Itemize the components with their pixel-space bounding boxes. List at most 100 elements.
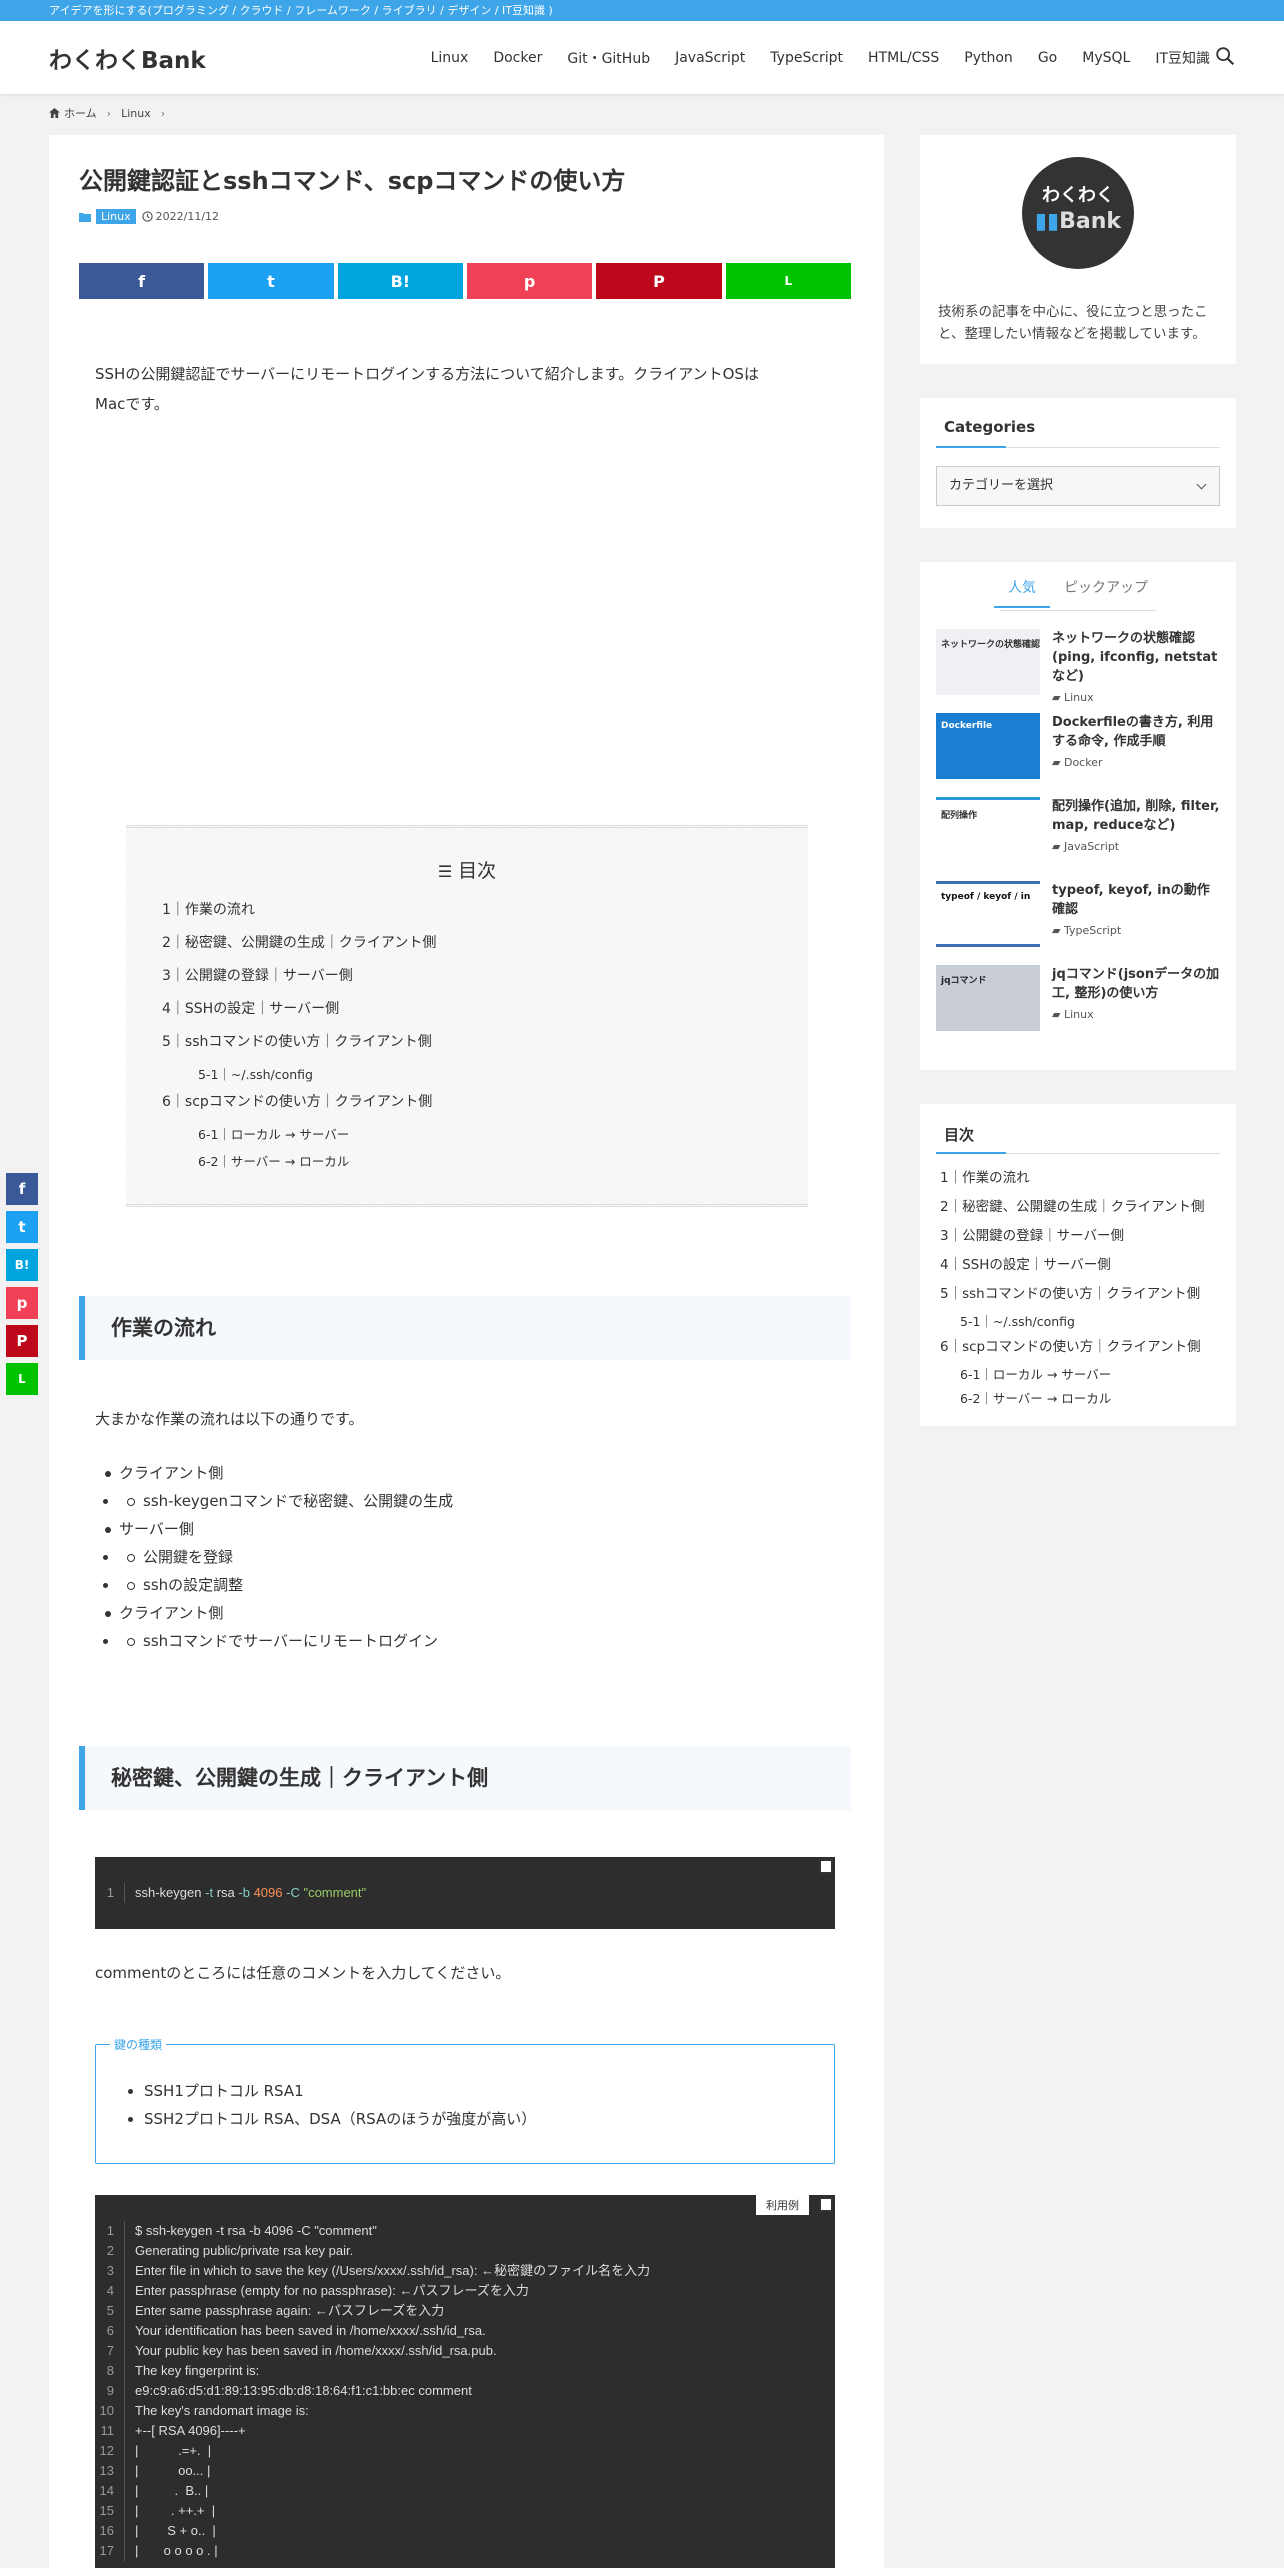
- line-number: 10: [95, 2401, 125, 2421]
- sidebar-toc-item[interactable]: 3｜公開鍵の登録｜サーバー側: [940, 1226, 1216, 1255]
- line-number: 7: [95, 2341, 125, 2361]
- code-text: | o o o o . |: [135, 2543, 218, 2558]
- post-title[interactable]: 配列操作(追加, 削除, filter, map, reduceなど): [1052, 797, 1220, 835]
- post-category-text: JavaScript: [1063, 840, 1120, 853]
- pinterest-share-button[interactable]: P: [596, 263, 722, 299]
- post-category: ▰ TypeScript: [1052, 921, 1220, 940]
- copy-icon[interactable]: [819, 2197, 833, 2212]
- list-item[interactable]: ネットワークの状態確認 ネットワークの状態確認(ping, ifconfig, n…: [936, 629, 1220, 704]
- post-thumbnail[interactable]: 配列操作: [936, 797, 1040, 863]
- nav-item-docker[interactable]: Docker: [493, 50, 542, 66]
- toc-item[interactable]: 1｜作業の流れ: [162, 900, 436, 933]
- line-number: 14: [95, 2481, 125, 2501]
- key-types-box: 鍵の種類 SSH1プロトコル RSA1 SSH2プロトコル RSA、DSA（RS…: [95, 2036, 835, 2164]
- nav-item-typescript[interactable]: TypeScript: [770, 50, 843, 66]
- sidebar-toc-subitem[interactable]: 6-2｜サーバー → ローカル: [940, 1390, 1216, 1414]
- sidebar-toc-item[interactable]: 5｜sshコマンドの使い方｜クライアント側: [940, 1284, 1216, 1313]
- code-text: | . B.. |: [135, 2483, 209, 2498]
- post-category-text: Docker: [1063, 756, 1103, 769]
- code-string: "comment": [303, 1885, 367, 1900]
- code-line: 13 | oo... |: [95, 2461, 835, 2481]
- hatena-share-button[interactable]: B!: [337, 263, 463, 299]
- sidebar-toc-subitem[interactable]: 6-1｜ローカル → サーバー: [940, 1366, 1216, 1390]
- post-category-text: Linux: [1063, 691, 1094, 704]
- sidebar-toc-item[interactable]: 2｜秘密鍵、公開鍵の生成｜クライアント側: [940, 1197, 1216, 1226]
- sidebar-toc-item[interactable]: 1｜作業の流れ: [940, 1168, 1216, 1197]
- line-number: 15: [95, 2501, 125, 2521]
- sidebar-toc-item[interactable]: 4｜SSHの設定｜サーバー側: [940, 1255, 1216, 1284]
- sidebar-toc-item[interactable]: 6｜scpコマンドの使い方｜クライアント側: [940, 1337, 1216, 1366]
- hatena-share-icon[interactable]: B!: [6, 1249, 38, 1281]
- toc-title: ☰ 目次: [126, 856, 808, 883]
- section-heading-flow: 作業の流れ: [79, 1296, 851, 1360]
- post-category: ▰ Linux: [1052, 688, 1220, 707]
- post-thumbnail[interactable]: Dockerfile: [936, 713, 1040, 779]
- toc-item[interactable]: 2｜秘密鍵、公開鍵の生成｜クライアント側: [162, 933, 436, 966]
- nav-item-git[interactable]: Git・GitHub: [567, 48, 650, 68]
- search-icon[interactable]: [1214, 45, 1236, 67]
- facebook-share-icon[interactable]: f: [6, 1173, 38, 1205]
- line-number: 16: [95, 2521, 125, 2541]
- list-item: サーバー側: [104, 1515, 453, 1543]
- list-item[interactable]: typeof / keyof / in typeof, keyof, inの動作確…: [936, 881, 1220, 947]
- pocket-share-icon[interactable]: p: [6, 1287, 38, 1319]
- nav-item-go[interactable]: Go: [1038, 50, 1057, 66]
- nav-item-linux[interactable]: Linux: [431, 50, 469, 66]
- code-text: | . ++.+ |: [135, 2503, 216, 2518]
- code-line: 14 | . B.. |: [95, 2481, 835, 2501]
- sidebar-toc-subitem[interactable]: 5-1｜~/.ssh/config: [940, 1313, 1216, 1337]
- toc-item[interactable]: 4｜SSHの設定｜サーバー側: [162, 999, 436, 1032]
- toc-item[interactable]: 5｜sshコマンドの使い方｜クライアント側: [162, 1032, 436, 1065]
- thumbnail-text: typeof / keyof / in: [941, 892, 1031, 902]
- toc-list: 1｜作業の流れ 2｜秘密鍵、公開鍵の生成｜クライアント側 3｜公開鍵の登録｜サーバー…: [162, 900, 436, 1179]
- category-badge[interactable]: Linux: [96, 209, 136, 224]
- facebook-share-button[interactable]: f: [79, 263, 205, 299]
- post-date: 2022/11/12: [155, 210, 220, 223]
- post-thumbnail[interactable]: ネットワークの状態確認: [936, 629, 1040, 695]
- toc-item[interactable]: 3｜公開鍵の登録｜サーバー側: [162, 966, 436, 999]
- line-share-icon[interactable]: L: [6, 1363, 38, 1395]
- toc-subitem[interactable]: 6-2｜サーバー → ローカル: [162, 1152, 436, 1179]
- toc-subitem[interactable]: 6-1｜ローカル → サーバー: [162, 1125, 436, 1152]
- copy-icon[interactable]: [819, 1859, 833, 1874]
- tab-pickup[interactable]: ピックアップ: [1050, 578, 1162, 608]
- code-cmd: ssh-keygen: [135, 1885, 202, 1900]
- post-info: typeof, keyof, inの動作確認 ▰ TypeScript: [1040, 881, 1220, 947]
- nav-item-javascript[interactable]: JavaScript: [675, 50, 745, 66]
- twitter-share-button[interactable]: t: [208, 263, 334, 299]
- line-share-button[interactable]: L: [725, 263, 851, 299]
- tab-popular[interactable]: 人気: [994, 578, 1050, 608]
- post-thumbnail[interactable]: typeof / keyof / in: [936, 881, 1040, 947]
- post-title[interactable]: ネットワークの状態確認(ping, ifconfig, netstatなど): [1052, 629, 1220, 686]
- post-title[interactable]: Dockerfileの書き方, 利用する命令, 作成手順: [1052, 713, 1220, 751]
- profile-widget: わくわく ▮▮Bank 技術系の記事を中心に、役に立つと思ったこ と、整理したい…: [920, 135, 1236, 364]
- nav-item-it-tips[interactable]: IT豆知識: [1155, 48, 1210, 68]
- post-title[interactable]: jqコマンド(jsonデータの加工, 整形)の使い方: [1052, 965, 1220, 1003]
- nav-item-mysql[interactable]: MySQL: [1082, 50, 1130, 66]
- profile-logo: わくわく ▮▮Bank: [1022, 157, 1134, 269]
- list-item[interactable]: jqコマンド jqコマンド(jsonデータの加工, 整形)の使い方 ▰ Linux: [936, 965, 1220, 1031]
- site-logo[interactable]: わくわくBank: [49, 41, 206, 75]
- code-block-example: 利用例 1 $ ssh-keygen -t rsa -b 4096 -C "com…: [95, 2195, 835, 2568]
- post-title[interactable]: typeof, keyof, inの動作確認: [1052, 881, 1220, 919]
- category-select[interactable]: カテゴリーを選択: [936, 466, 1220, 506]
- nav-item-htmlcss[interactable]: HTML/CSS: [868, 50, 939, 66]
- list-item: クライアント側: [104, 1599, 453, 1627]
- toc-subitem[interactable]: 5-1｜~/.ssh/config: [162, 1065, 436, 1092]
- twitter-share-icon[interactable]: t: [6, 1211, 38, 1243]
- post-thumbnail[interactable]: jqコマンド: [936, 965, 1040, 1031]
- profile-line-1: 技術系の記事を中心に、役に立つと思ったこ: [938, 304, 1208, 320]
- pocket-share-button[interactable]: p: [466, 263, 593, 299]
- list-item[interactable]: 配列操作 配列操作(追加, 削除, filter, map, reduceなど) ▰…: [936, 797, 1220, 863]
- sidebar-toc-widget: 目次 1｜作業の流れ 2｜秘密鍵、公開鍵の生成｜クライアント側 3｜公開鍵の登録｜サ…: [920, 1104, 1236, 1426]
- list-item[interactable]: Dockerfile Dockerfileの書き方, 利用する命令, 作成手順 ▰ …: [936, 713, 1220, 779]
- nav-item-python[interactable]: Python: [964, 50, 1013, 66]
- breadcrumb-category[interactable]: Linux: [121, 107, 151, 120]
- widget-title-text: Categories: [944, 418, 1036, 436]
- toc-item[interactable]: 6｜scpコマンドの使い方｜クライアント側: [162, 1092, 436, 1125]
- pinterest-share-icon[interactable]: P: [6, 1325, 38, 1357]
- breadcrumb-home[interactable]: ホーム: [64, 105, 97, 121]
- code-line: 3 Enter file in which to save the key (/U…: [95, 2261, 835, 2281]
- code-text: | .=+. |: [135, 2443, 212, 2458]
- intro-line-2: Macです。: [95, 395, 169, 413]
